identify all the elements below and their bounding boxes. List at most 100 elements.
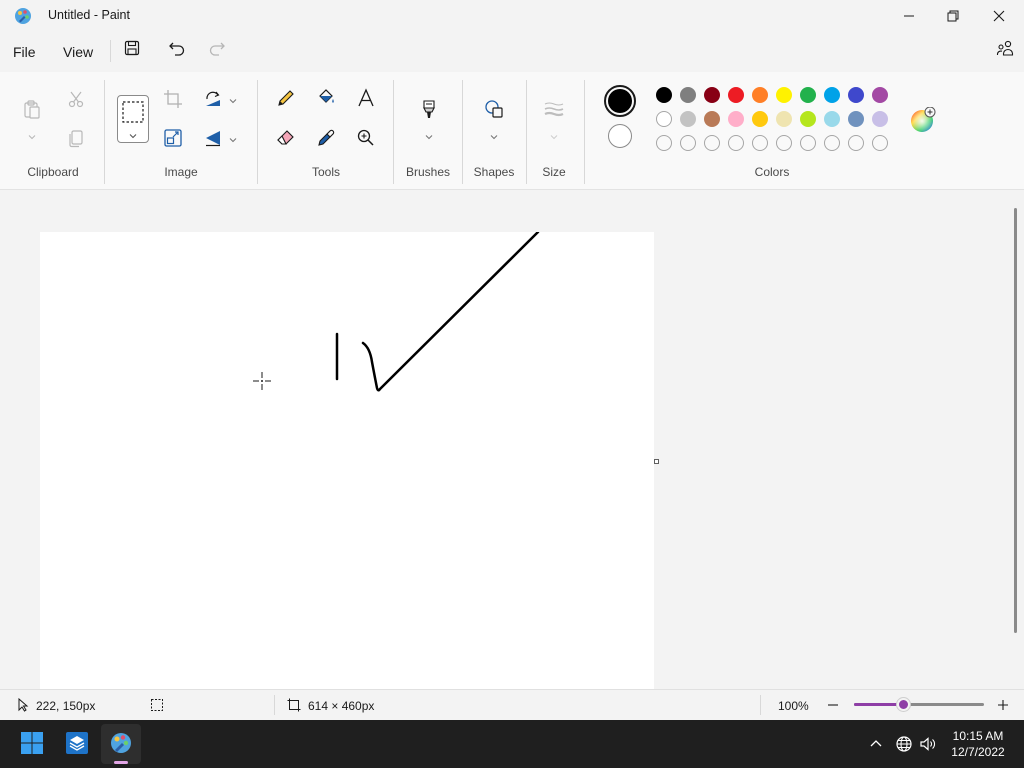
color-swatch[interactable] [728, 87, 744, 103]
custom-color-slot[interactable] [824, 135, 840, 151]
ribbon-divider [104, 80, 105, 184]
color-swatch[interactable] [848, 87, 864, 103]
custom-color-slot[interactable] [728, 135, 744, 151]
color-swatch[interactable] [680, 111, 696, 127]
flip-button[interactable] [201, 127, 225, 151]
brushes-dropdown-chevron-icon[interactable] [424, 130, 434, 140]
shapes-dropdown-chevron-icon[interactable] [489, 130, 499, 140]
color-swatch[interactable] [872, 111, 888, 127]
color-swatch[interactable] [848, 111, 864, 127]
color-swatch[interactable] [800, 87, 816, 103]
ribbon-divider [584, 80, 585, 184]
zoom-percentage-text[interactable]: 100% [778, 699, 809, 713]
save-button[interactable] [121, 38, 143, 60]
flip-dropdown-chevron-icon[interactable] [228, 133, 238, 143]
volume-speaker-icon[interactable] [919, 735, 937, 753]
custom-color-slot[interactable] [872, 135, 888, 151]
color-swatch[interactable] [680, 87, 696, 103]
custom-color-slot[interactable] [848, 135, 864, 151]
copy-button[interactable] [64, 127, 88, 151]
clock-date[interactable]: 12/7/2022 [943, 745, 1013, 759]
color-swatch[interactable] [704, 87, 720, 103]
canvas-size-icon [287, 698, 301, 712]
custom-color-slot[interactable] [656, 135, 672, 151]
undo-button[interactable] [166, 38, 188, 60]
vertical-scrollbar[interactable] [1014, 208, 1017, 633]
custom-color-slot[interactable] [776, 135, 792, 151]
line-size-icon [544, 99, 564, 122]
menu-file[interactable]: File [13, 44, 36, 60]
size-group-label: Size [542, 165, 566, 179]
paint-bucket-icon [316, 88, 336, 111]
select-button[interactable] [117, 95, 149, 143]
primary-color-swatch [608, 89, 632, 113]
color-swatch[interactable] [752, 87, 768, 103]
custom-color-slot[interactable] [680, 135, 696, 151]
colors-group-label: Colors [754, 165, 790, 179]
pencil-button[interactable] [274, 87, 298, 111]
crop-button[interactable] [161, 88, 185, 112]
share-button[interactable] [994, 38, 1016, 60]
clock-time[interactable]: 10:15 AM [943, 729, 1013, 743]
menu-bar [0, 32, 1024, 72]
edit-colors-button[interactable] [910, 106, 936, 133]
canvas-resize-handle[interactable] [654, 459, 659, 464]
taskbar-paint[interactable] [101, 724, 141, 764]
color-swatch[interactable] [824, 87, 840, 103]
rotate-dropdown-chevron-icon[interactable] [228, 94, 238, 104]
zoom-in-button[interactable] [996, 698, 1010, 712]
text-button[interactable] [354, 87, 378, 111]
custom-color-slot[interactable] [800, 135, 816, 151]
clipboard-group-label: Clipboard [27, 165, 79, 179]
color-swatch[interactable] [704, 111, 720, 127]
show-hidden-icons-chevron-icon[interactable] [867, 735, 885, 753]
paste-dropdown-chevron-icon[interactable] [27, 130, 37, 140]
fill-button[interactable] [314, 87, 338, 111]
size-dropdown-chevron-icon[interactable] [549, 130, 559, 140]
shapes-button[interactable] [482, 98, 506, 122]
start-button[interactable] [12, 724, 52, 764]
size-button[interactable] [542, 98, 566, 122]
custom-color-slot[interactable] [752, 135, 768, 151]
eraser-button[interactable] [274, 127, 298, 151]
rotate-button[interactable] [201, 88, 225, 112]
color-swatch[interactable] [656, 111, 672, 127]
undo-icon [168, 39, 186, 60]
redo-button[interactable] [206, 38, 228, 60]
color-swatch[interactable] [752, 111, 768, 127]
close-button[interactable] [976, 0, 1022, 32]
taskbar-app-store[interactable] [57, 724, 97, 764]
secondary-color-button[interactable] [608, 124, 632, 148]
color-swatch[interactable] [776, 111, 792, 127]
select-dropdown-chevron-icon[interactable] [128, 129, 138, 144]
color-swatch[interactable] [872, 87, 888, 103]
restore-button[interactable] [930, 0, 976, 32]
window-title: Untitled - Paint [48, 8, 130, 22]
cut-button[interactable] [64, 88, 88, 112]
status-divider [760, 695, 761, 715]
canvas-size-text: 614 × 460px [308, 699, 375, 713]
drawing-canvas[interactable] [40, 232, 654, 689]
primary-color-button[interactable] [604, 85, 636, 117]
magnifier-button[interactable] [354, 127, 378, 151]
color-swatch[interactable] [656, 87, 672, 103]
crosshair-cursor-icon [252, 371, 272, 391]
custom-color-slot[interactable] [704, 135, 720, 151]
color-swatch[interactable] [824, 111, 840, 127]
network-globe-icon[interactable] [895, 735, 913, 753]
color-picker-button[interactable] [314, 127, 338, 151]
rotate-icon [203, 89, 223, 112]
color-swatch[interactable] [728, 111, 744, 127]
brushes-button[interactable] [417, 98, 441, 122]
select-rectangle-icon [122, 101, 144, 126]
menu-view[interactable]: View [63, 44, 93, 60]
scissors-icon [66, 89, 86, 112]
minimize-button[interactable] [886, 0, 932, 32]
color-swatch[interactable] [776, 87, 792, 103]
zoom-out-button[interactable] [826, 698, 840, 712]
color-swatch[interactable] [800, 111, 816, 127]
resize-button[interactable] [161, 127, 185, 151]
redo-icon [208, 39, 226, 60]
paste-button[interactable] [20, 98, 44, 122]
zoom-slider-thumb[interactable] [897, 698, 910, 711]
